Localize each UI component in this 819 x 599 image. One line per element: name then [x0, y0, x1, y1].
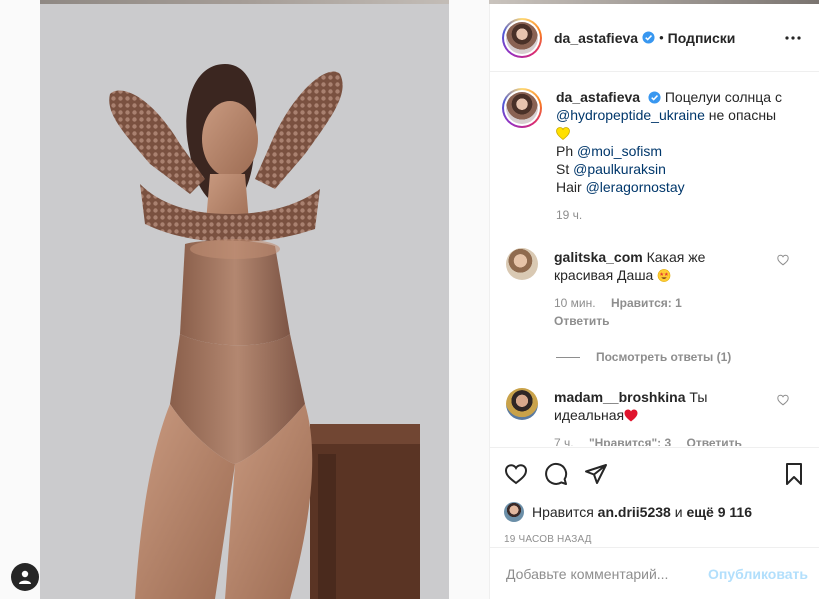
credit-hair-label: Hair [556, 179, 582, 195]
post-timestamp[interactable]: 19 ЧАСОВ НАЗАД [504, 534, 806, 545]
star-struck-icon [657, 269, 671, 282]
commenter-avatar[interactable] [506, 248, 538, 280]
post-header: da_astafieva • Подписки [490, 4, 819, 72]
caption-time[interactable]: 19 ч. [556, 206, 782, 224]
heart-icon [504, 464, 528, 485]
add-comment-bar: Опубликовать [490, 547, 819, 599]
comment-input[interactable] [506, 565, 709, 582]
paper-plane-icon [585, 464, 607, 484]
red-heart-icon [624, 409, 638, 422]
share-button[interactable] [580, 458, 612, 490]
commenter-avatar[interactable] [506, 388, 538, 420]
comment-username[interactable]: galitska_com [554, 249, 643, 265]
comment-like-heart-icon[interactable] [777, 394, 789, 406]
caption-username[interactable]: da_astafieva [556, 89, 640, 105]
view-replies-label: Посмотреть ответы (1) [596, 350, 732, 364]
likes-prefix: Нравится [532, 504, 594, 520]
caption: da_astafieva Поцелуи солнца с @hydropept… [502, 88, 805, 224]
comment-likes[interactable]: Нравится: 1 [611, 296, 682, 310]
yellow-heart-icon [556, 127, 570, 140]
photo-illustration [40, 4, 449, 599]
caption-body: da_astafieva Поцелуи солнца с @hydropept… [556, 88, 782, 224]
publish-button[interactable]: Опубликовать [708, 566, 808, 582]
post-actions: Нравится an.drii5238 и ещё 9 116 19 ЧАСО… [490, 447, 819, 545]
instagram-post-modal: da_astafieva • Подписки da_astafieva Поц… [0, 0, 819, 599]
mention-hydropeptide[interactable]: @hydropeptide_ukraine [556, 107, 705, 123]
more-options-button[interactable] [781, 26, 805, 50]
comments-list[interactable]: da_astafieva Поцелуи солнца с @hydropept… [490, 72, 819, 446]
mention-paulkuraksin[interactable]: @paulkuraksin [573, 161, 666, 177]
comment-item: galitska_com Какая же красивая Даша 10 м… [502, 248, 805, 330]
comment-reply-button[interactable]: Ответить [554, 314, 609, 328]
comment-text-2: идеальная [554, 407, 625, 423]
author-avatar-ring[interactable] [502, 17, 542, 58]
caption-text-2: не опасны [708, 107, 777, 123]
comment-button[interactable] [540, 458, 572, 490]
mention-moi-sofism[interactable]: @moi_sofism [577, 143, 662, 159]
overlay-right [449, 0, 489, 599]
comment-time[interactable]: 10 мин. [554, 296, 596, 310]
comment-text-1: Ты [689, 389, 708, 405]
overlay-left [0, 0, 40, 599]
likes-summary: Нравится an.drii5238 и ещё 9 116 [504, 502, 806, 522]
mention-leragornostay[interactable]: @leragornostay [586, 179, 685, 195]
likes-and: и [674, 504, 683, 520]
liker-avatar[interactable] [504, 502, 524, 522]
comment-reply-button[interactable]: Ответить [686, 436, 741, 446]
comment-like-heart-icon[interactable] [777, 254, 789, 266]
comment-likes[interactable]: "Нравится": 3 [589, 436, 671, 446]
comment-username[interactable]: madam__broshkina [554, 389, 686, 405]
replies-divider [556, 356, 580, 358]
action-icons-row [504, 458, 806, 490]
comment-meta: 7 ч. "Нравится": 3 Ответить [554, 434, 764, 446]
bookmark-icon [786, 463, 802, 485]
save-button[interactable] [778, 458, 810, 490]
author-avatar [506, 21, 538, 54]
speech-bubble-icon [545, 462, 568, 485]
following-button[interactable]: Подписки [668, 30, 736, 46]
separator-dot: • [659, 30, 664, 45]
person-icon [19, 570, 31, 584]
caption-avatar-ring[interactable] [502, 88, 542, 128]
like-button[interactable] [500, 458, 532, 490]
comment-body: galitska_com Какая же красивая Даша 10 м… [554, 248, 764, 330]
view-replies-button[interactable]: Посмотреть ответы (1) [556, 350, 805, 364]
caption-avatar [506, 92, 538, 124]
verified-badge-icon [642, 31, 655, 44]
comment-body: madam__broshkina Ты идеальная 7 ч. "Нрав… [554, 388, 764, 446]
comment-time[interactable]: 7 ч. [554, 436, 574, 446]
comment-meta: 10 мин. Нравится: 1 Ответить [554, 294, 764, 330]
post-photo[interactable] [40, 4, 449, 599]
credit-ph-label: Ph [556, 143, 574, 159]
more-dots-icon [785, 35, 801, 40]
account-button[interactable] [11, 563, 39, 591]
liker-username[interactable]: an.drii5238 [598, 504, 671, 520]
likes-others-button[interactable]: ещё 9 116 [686, 504, 752, 520]
credit-st-label: St [556, 161, 570, 177]
caption-text-1: Поцелуи солнца с [664, 89, 782, 105]
comment-item: madam__broshkina Ты идеальная 7 ч. "Нрав… [502, 388, 805, 446]
post-side-panel: da_astafieva • Подписки da_astafieva Поц… [489, 4, 819, 599]
author-username[interactable]: da_astafieva [554, 30, 638, 46]
verified-badge-icon [648, 91, 661, 104]
